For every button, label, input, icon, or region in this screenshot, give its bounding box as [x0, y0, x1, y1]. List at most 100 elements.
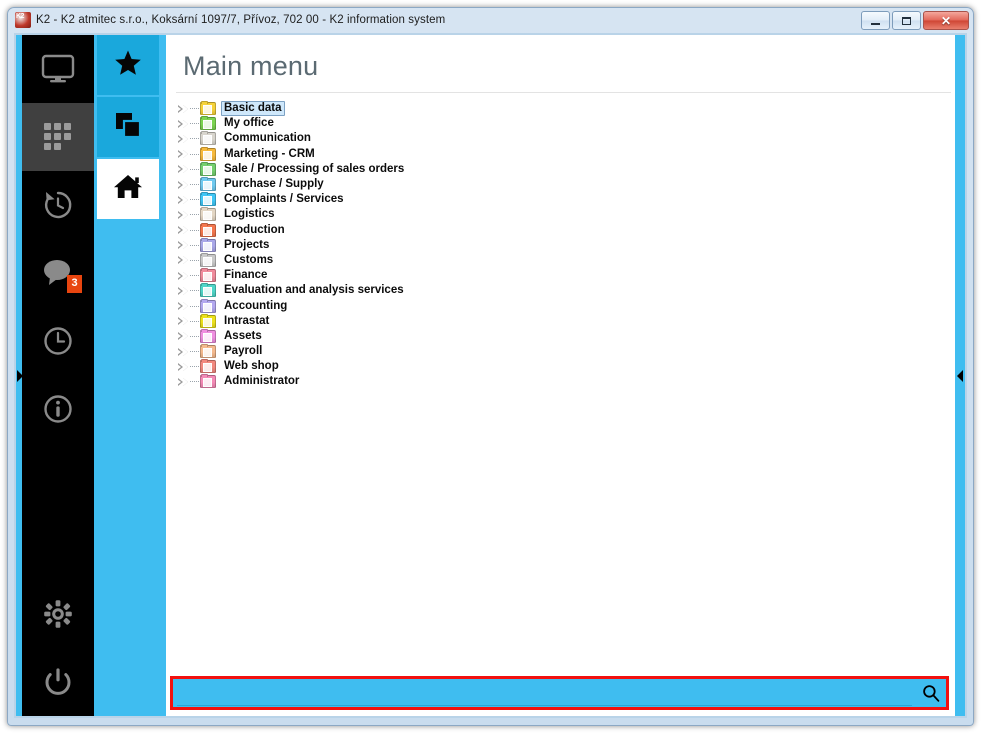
tree-item-production[interactable]: Production — [176, 222, 953, 238]
collapse-right-panel-arrow-icon[interactable] — [957, 369, 963, 382]
main-menu-tree[interactable]: Basic data My office Communication Marketin… — [166, 93, 953, 674]
expand-arrow-icon[interactable] — [176, 195, 190, 204]
nav-item-favourites[interactable] — [97, 35, 159, 97]
expand-arrow-icon[interactable] — [176, 226, 190, 235]
folder-icon — [200, 359, 216, 374]
search-bar[interactable] — [170, 676, 949, 710]
maximize-button[interactable] — [892, 11, 921, 30]
nav-item-open-windows[interactable] — [97, 97, 159, 159]
title-bar[interactable]: K2 - K2 atmitec s.r.o., Koksární 1097/7,… — [8, 8, 973, 32]
expand-arrow-icon[interactable] — [176, 180, 190, 189]
rail-item-information[interactable] — [22, 375, 94, 443]
tree-item-accounting[interactable]: Accounting — [176, 298, 953, 313]
rail-item-power[interactable] — [22, 648, 94, 716]
search-area — [166, 674, 953, 716]
expand-arrow-icon[interactable] — [176, 317, 190, 326]
nav-item-main-menu[interactable] — [97, 159, 159, 221]
search-input[interactable] — [177, 680, 912, 706]
chevron-right-icon — [177, 256, 183, 265]
close-icon: ✕ — [940, 13, 952, 28]
tree-item-projects[interactable]: Projects — [176, 237, 953, 253]
apps-grid-icon — [43, 122, 73, 152]
expand-arrow-icon[interactable] — [176, 150, 190, 159]
expand-arrow-icon[interactable] — [176, 165, 190, 174]
tree-connector — [190, 123, 199, 125]
tree-item-assets[interactable]: Assets — [176, 328, 953, 344]
app-root: 3 Main menu Basic data My office Communi… — [16, 35, 965, 716]
folder-icon — [200, 328, 216, 343]
expand-arrow-icon[interactable] — [176, 286, 190, 295]
tree-item-payroll[interactable]: Payroll — [176, 344, 953, 359]
expand-arrow-icon[interactable] — [176, 241, 190, 250]
info-icon — [42, 393, 74, 425]
expand-arrow-icon[interactable] — [176, 119, 190, 128]
history-clock-icon — [42, 189, 74, 221]
tree-connector — [190, 153, 199, 155]
expand-arrow-icon[interactable] — [176, 256, 190, 265]
chevron-right-icon — [177, 362, 183, 371]
folder-icon — [200, 131, 216, 146]
copy-windows-icon — [114, 111, 142, 144]
folder-icon — [200, 374, 216, 389]
tree-item-administrator[interactable]: Administrator — [176, 374, 953, 389]
rail-item-history[interactable] — [22, 171, 94, 239]
expand-arrow-icon[interactable] — [176, 377, 190, 386]
home-icon — [113, 173, 143, 206]
folder-icon — [200, 237, 216, 252]
tree-item-sale-processing-of-sales-orders[interactable]: Sale / Processing of sales orders — [176, 161, 953, 177]
client-area: 3 Main menu Basic data My office Communi… — [14, 33, 967, 718]
tree-item-label: Sale / Processing of sales orders — [224, 162, 405, 175]
tree-connector — [190, 305, 199, 307]
tree-item-marketing-crm[interactable]: Marketing - CRM — [176, 146, 953, 162]
search-icon[interactable] — [916, 684, 946, 702]
tree-connector — [190, 259, 199, 261]
rail-item-time[interactable] — [22, 307, 94, 375]
tree-item-web-shop[interactable]: Web shop — [176, 359, 953, 374]
rail-item-messages[interactable]: 3 — [22, 239, 94, 307]
tree-item-label: Web shop — [224, 360, 279, 373]
folder-icon — [200, 177, 216, 192]
window-title: K2 - K2 atmitec s.r.o., Koksární 1097/7,… — [36, 14, 446, 26]
folder-icon — [200, 283, 216, 298]
messages-badge: 3 — [67, 275, 82, 293]
gear-icon — [43, 599, 73, 629]
tree-connector — [190, 366, 199, 368]
tree-item-label: Intrastat — [224, 314, 270, 327]
tree-item-basic-data[interactable]: Basic data — [176, 101, 953, 117]
tree-item-customs[interactable]: Customs — [176, 252, 953, 268]
tree-item-purchase-supply[interactable]: Purchase / Supply — [176, 177, 953, 192]
expand-arrow-icon[interactable] — [176, 332, 190, 341]
folder-icon — [200, 161, 216, 176]
expand-arrow-icon[interactable] — [176, 104, 190, 113]
tree-connector — [190, 184, 199, 186]
tree-item-logistics[interactable]: Logistics — [176, 207, 953, 222]
tree-item-finance[interactable]: Finance — [176, 268, 953, 283]
tree-item-my-office[interactable]: My office — [176, 116, 953, 131]
tree-item-label: Purchase / Supply — [224, 178, 324, 191]
minimize-icon — [871, 22, 880, 25]
expand-arrow-icon[interactable] — [176, 347, 190, 356]
tree-item-label: Complaints / Services — [224, 193, 344, 206]
minimize-button[interactable] — [861, 11, 890, 30]
tree-item-label: Communication — [224, 132, 311, 145]
rail-item-desktop[interactable] — [22, 35, 94, 103]
folder-icon — [200, 313, 216, 328]
chevron-right-icon — [177, 347, 183, 356]
tree-item-communication[interactable]: Communication — [176, 131, 953, 146]
tree-item-evaluation-and-analysis-services[interactable]: Evaluation and analysis services — [176, 283, 953, 298]
expand-arrow-icon[interactable] — [176, 362, 190, 371]
expand-arrow-icon[interactable] — [176, 210, 190, 219]
expand-arrow-icon[interactable] — [176, 134, 190, 143]
tree-item-intrastat[interactable]: Intrastat — [176, 313, 953, 329]
tree-item-label: Customs — [224, 253, 274, 266]
chevron-right-icon — [177, 180, 183, 189]
expand-arrow-icon[interactable] — [176, 302, 190, 311]
expand-arrow-icon[interactable] — [176, 271, 190, 280]
tree-item-complaints-services[interactable]: Complaints / Services — [176, 192, 953, 207]
chevron-right-icon — [177, 286, 183, 295]
folder-icon — [200, 207, 216, 222]
close-button[interactable]: ✕ — [923, 11, 969, 30]
rail-item-settings[interactable] — [22, 580, 94, 648]
folder-icon — [200, 268, 216, 283]
rail-item-applications[interactable] — [22, 103, 94, 171]
